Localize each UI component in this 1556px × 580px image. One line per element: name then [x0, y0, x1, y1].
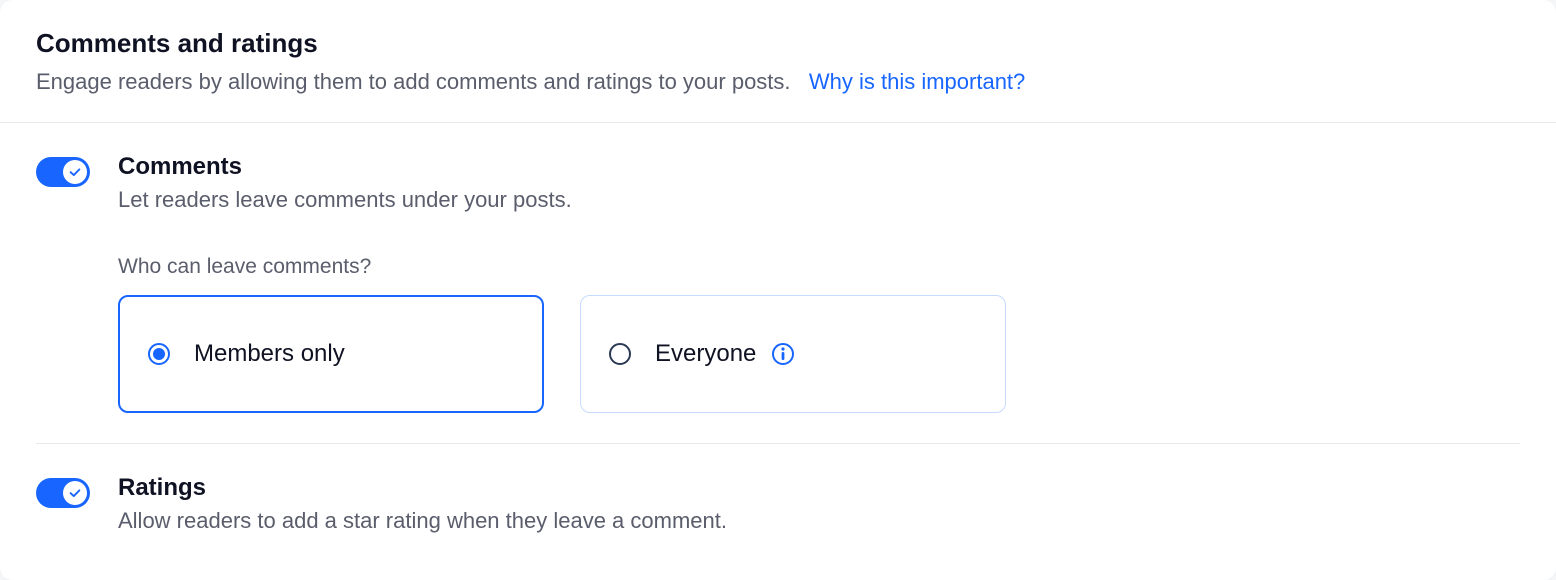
radio-selected-icon — [148, 343, 170, 365]
section-subtitle: Engage readers by allowing them to add c… — [36, 67, 1520, 98]
comments-toggle[interactable] — [36, 157, 90, 187]
ratings-body: Ratings Allow readers to add a star rati… — [118, 474, 1520, 534]
option-everyone-label-wrap: Everyone — [655, 340, 794, 368]
option-everyone[interactable]: Everyone — [580, 295, 1006, 413]
check-icon — [68, 165, 82, 179]
ratings-block: Ratings Allow readers to add a star rati… — [0, 444, 1556, 564]
option-members-label: Members only — [194, 340, 345, 368]
section-title: Comments and ratings — [36, 28, 1520, 59]
toggle-knob — [63, 481, 87, 505]
section-header: Comments and ratings Engage readers by a… — [0, 0, 1556, 123]
ratings-toggle[interactable] — [36, 478, 90, 508]
comments-and-ratings-card: Comments and ratings Engage readers by a… — [0, 0, 1556, 580]
section-subtitle-text: Engage readers by allowing them to add c… — [36, 69, 791, 94]
info-icon[interactable] — [772, 343, 794, 365]
ratings-title: Ratings — [118, 474, 1520, 502]
who-can-comment-label: Who can leave comments? — [118, 255, 1520, 279]
check-icon — [68, 486, 82, 500]
option-everyone-label: Everyone — [655, 340, 756, 368]
comments-desc: Let readers leave comments under your po… — [118, 187, 1520, 213]
comments-block: Comments Let readers leave comments unde… — [0, 123, 1556, 443]
who-can-comment-options: Members only Everyone — [118, 295, 1520, 413]
radio-unselected-icon — [609, 343, 631, 365]
who-can-comment-field: Who can leave comments? Members only Eve… — [118, 255, 1520, 413]
option-members-only[interactable]: Members only — [118, 295, 544, 413]
toggle-knob — [63, 160, 87, 184]
comments-body: Comments Let readers leave comments unde… — [118, 153, 1520, 413]
comments-title: Comments — [118, 153, 1520, 181]
ratings-desc: Allow readers to add a star rating when … — [118, 508, 1520, 534]
why-important-link[interactable]: Why is this important? — [809, 69, 1025, 94]
